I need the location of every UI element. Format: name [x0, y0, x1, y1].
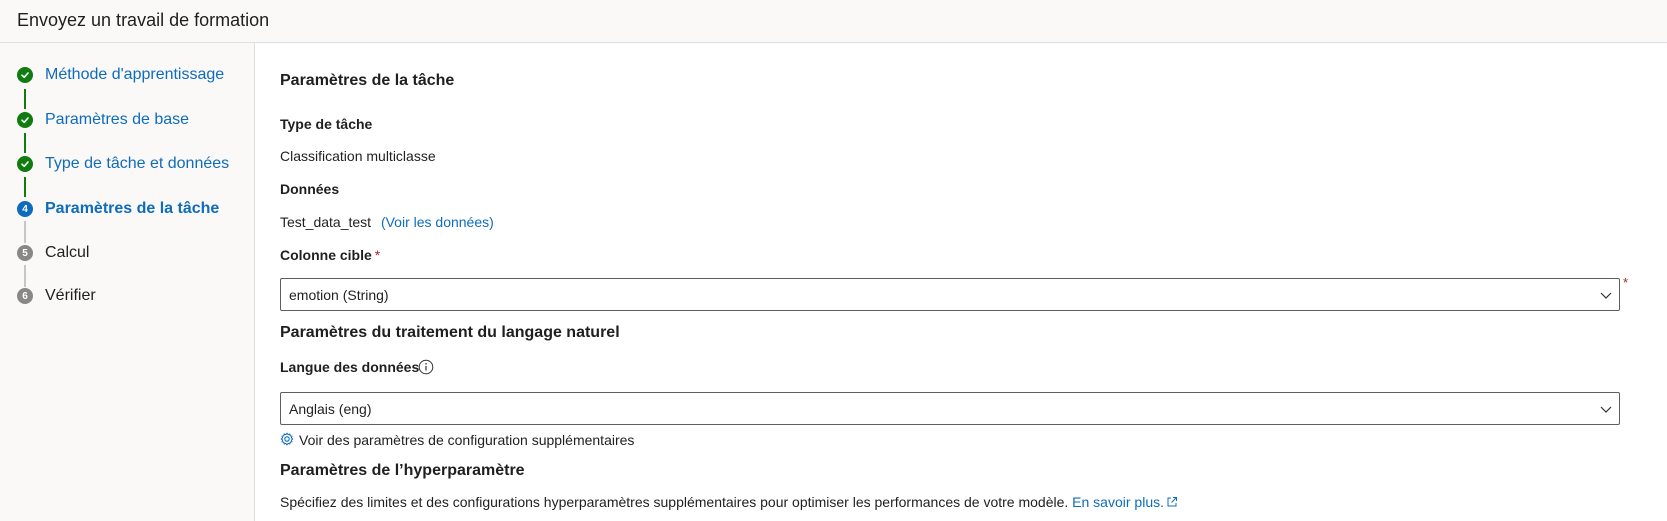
- step-connector: [24, 221, 26, 243]
- step-connector: [24, 265, 26, 287]
- target-column-label-row: Colonne cible *: [280, 246, 380, 264]
- step-connector: [24, 89, 26, 109]
- step-label: Paramètres de la tâche: [45, 200, 220, 217]
- step-label: Vérifier: [45, 287, 96, 304]
- step-connector: [24, 133, 26, 153]
- step-number-badge: 5: [17, 245, 33, 261]
- required-indicator: *: [374, 247, 381, 263]
- data-language-label: Langue des données: [280, 359, 420, 375]
- section-title: Paramètres de la tâche: [280, 72, 455, 89]
- step-label: Paramètres de base: [45, 111, 190, 128]
- hyperparam-description: Spécifiez des limites et des configurati…: [280, 494, 1069, 510]
- data-language-dropdown[interactable]: Anglais (eng): [280, 392, 1620, 425]
- extra-config-link[interactable]: Voir des paramètres de configuration sup…: [299, 431, 634, 449]
- dropdown-value: Anglais (eng): [289, 401, 372, 417]
- step-label: Type de tâche et données: [45, 155, 230, 172]
- page-title: Envoyez un travail de formation: [17, 10, 270, 30]
- task-settings-panel: Paramètres de la tâche Type de tâche Cla…: [256, 43, 1667, 521]
- target-column-dropdown[interactable]: emotion (String): [280, 278, 1620, 311]
- task-type-label: Type de tâche: [280, 116, 373, 132]
- page-header: Envoyez un travail de formation: [0, 0, 1667, 43]
- hyperparam-description-row: Spécifiez des limites et des configurati…: [280, 493, 1178, 511]
- nlp-section-title: Paramètres du traitement du langage natu…: [280, 324, 620, 341]
- step-connector: [24, 177, 26, 197]
- chevron-down-icon: [1600, 292, 1612, 299]
- required-indicator: *: [1623, 275, 1629, 290]
- view-data-link[interactable]: (Voir les données): [381, 214, 494, 230]
- checkmark-icon: [17, 112, 33, 128]
- checkmark-icon: [17, 156, 33, 172]
- data-value: Test_data_test: [280, 214, 372, 230]
- step-label: Méthode d'apprentissage: [45, 66, 225, 83]
- step-label: Calcul: [45, 244, 90, 261]
- checkmark-icon: [17, 67, 33, 83]
- learn-more-link[interactable]: En savoir plus.: [1072, 494, 1178, 510]
- step-number-badge: 6: [17, 288, 33, 304]
- gear-icon: [280, 432, 294, 446]
- step-number-badge: 4: [17, 201, 33, 217]
- dropdown-value: emotion (String): [289, 287, 389, 303]
- target-column-label: Colonne cible: [280, 247, 372, 263]
- data-value-row: Test_data_test (Voir les données): [280, 213, 494, 231]
- external-link-icon: [1167, 497, 1177, 507]
- hyperparam-section-title: Paramètres de l’hyperparamètre: [280, 462, 525, 479]
- wizard-steps: Méthode d'apprentissage Paramètres de ba…: [0, 43, 255, 521]
- chevron-down-icon: [1600, 406, 1612, 413]
- info-icon[interactable]: [418, 359, 434, 375]
- task-type-value: Classification multiclasse: [280, 148, 436, 164]
- data-label: Données: [280, 181, 340, 197]
